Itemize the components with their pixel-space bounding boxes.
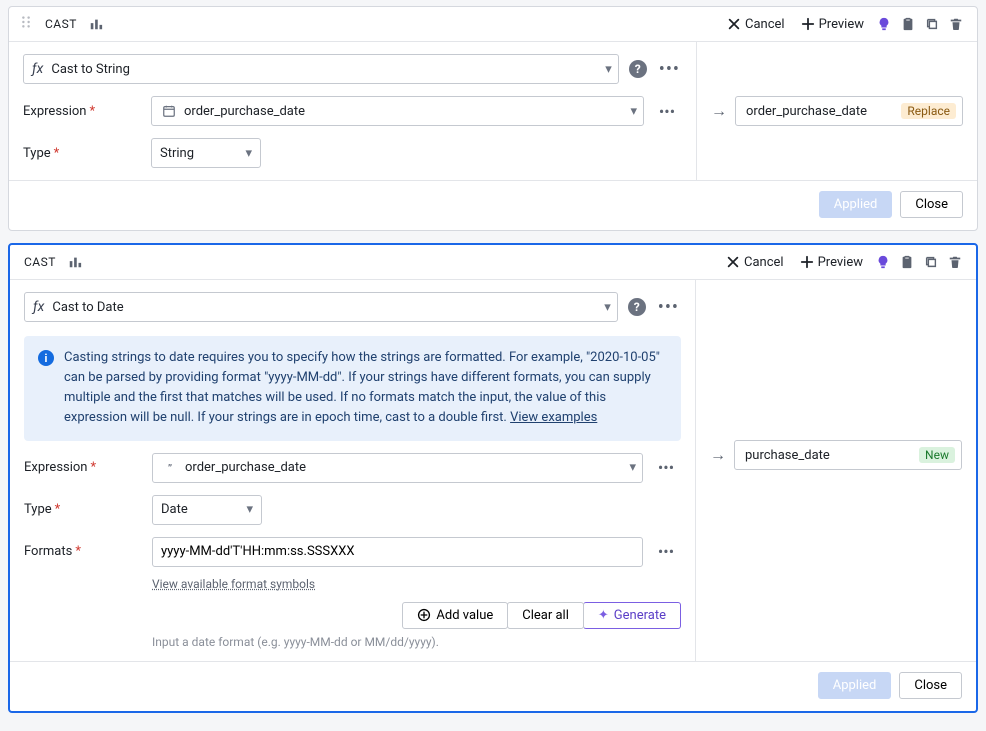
- cancel-label: Cancel: [744, 255, 784, 270]
- more-icon[interactable]: •••: [657, 59, 682, 80]
- result-column-input[interactable]: purchase_date New: [734, 440, 962, 470]
- applied-button: Applied: [818, 672, 892, 699]
- column-chart-icon[interactable]: [64, 251, 86, 273]
- expression-value: order_purchase_date: [184, 104, 630, 119]
- replace-badge: Replace: [901, 103, 956, 119]
- cancel-button[interactable]: Cancel: [720, 14, 792, 35]
- result-column-value: purchase_date: [745, 448, 830, 463]
- applied-button: Applied: [819, 191, 893, 218]
- arrow-right-icon: →: [710, 445, 726, 465]
- preview-button[interactable]: Preview: [793, 252, 870, 273]
- type-label: Type*: [24, 502, 144, 517]
- type-select[interactable]: Date ▾: [152, 495, 262, 525]
- card-body: ƒx Cast to Date ▾ ? ••• i Casting string…: [10, 280, 976, 661]
- close-icon: [726, 255, 740, 269]
- cast-card-1: CAST Cancel Preview: [8, 6, 978, 231]
- function-selector[interactable]: ƒx Cast to Date ▾: [24, 292, 618, 322]
- help-icon[interactable]: ?: [629, 60, 647, 78]
- close-button[interactable]: Close: [899, 672, 962, 699]
- clipboard-icon[interactable]: [897, 13, 919, 35]
- close-icon: [727, 17, 741, 31]
- chevron-down-icon: ▾: [604, 300, 611, 315]
- arrow-right-icon: →: [711, 101, 727, 121]
- chevron-down-icon: ▾: [630, 104, 637, 119]
- duplicate-icon[interactable]: [920, 251, 942, 273]
- expression-input[interactable]: ” order_purchase_date ▾: [152, 453, 643, 483]
- chevron-down-icon: ▾: [227, 146, 252, 161]
- view-examples-link[interactable]: View examples: [510, 410, 597, 425]
- card-body: ƒx Cast to String ▾ ? ••• Expression* or…: [9, 42, 977, 180]
- card-footer: Applied Close: [10, 661, 976, 711]
- function-name: Cast to Date: [52, 300, 604, 315]
- more-icon[interactable]: •••: [656, 297, 681, 318]
- info-panel: i Casting strings to date requires you t…: [24, 336, 681, 441]
- card-footer: Applied Close: [9, 180, 977, 230]
- drag-handle-icon[interactable]: [15, 13, 37, 35]
- plus-circle-icon: [417, 608, 431, 622]
- plus-icon: [801, 17, 815, 31]
- function-selector[interactable]: ƒx Cast to String ▾: [23, 54, 619, 84]
- formats-input[interactable]: [152, 537, 643, 567]
- expression-input[interactable]: order_purchase_date ▾: [151, 96, 644, 126]
- expression-label: Expression*: [23, 104, 143, 119]
- lightbulb-icon[interactable]: [873, 13, 895, 35]
- plus-icon: [800, 255, 814, 269]
- type-select[interactable]: String ▾: [151, 138, 261, 168]
- card-header: CAST Cancel Preview: [9, 7, 977, 42]
- card-header: CAST Cancel Preview: [10, 245, 976, 280]
- close-button[interactable]: Close: [900, 191, 963, 218]
- type-value: String: [160, 146, 194, 161]
- type-label: Type*: [23, 146, 143, 161]
- duplicate-icon[interactable]: [921, 13, 943, 35]
- column-chart-icon[interactable]: [85, 13, 107, 35]
- info-icon: i: [38, 350, 54, 366]
- cancel-label: Cancel: [745, 17, 785, 32]
- cancel-button[interactable]: Cancel: [719, 252, 791, 273]
- preview-button[interactable]: Preview: [794, 14, 871, 35]
- expression-value: order_purchase_date: [185, 460, 629, 475]
- view-format-symbols-link[interactable]: View available format symbols: [152, 577, 315, 591]
- expression-label: Expression*: [24, 460, 144, 475]
- new-badge: New: [919, 447, 955, 463]
- cast-card-2: CAST Cancel Preview: [8, 243, 978, 713]
- clear-all-button[interactable]: Clear all: [507, 602, 584, 629]
- function-name: Cast to String: [51, 62, 605, 77]
- formats-label: Formats*: [24, 544, 144, 559]
- help-icon[interactable]: ?: [628, 298, 646, 316]
- card-title: CAST: [45, 17, 77, 31]
- lightbulb-icon[interactable]: [872, 251, 894, 273]
- type-value: Date: [161, 502, 188, 517]
- expression-more-icon[interactable]: •••: [651, 458, 681, 477]
- generate-button[interactable]: ✦ Generate: [583, 602, 681, 629]
- formats-more-icon[interactable]: •••: [651, 542, 681, 561]
- string-type-icon: ”: [161, 459, 179, 477]
- result-column-value: order_purchase_date: [746, 104, 867, 119]
- fx-icon: ƒx: [32, 61, 43, 77]
- svg-text:”: ”: [168, 461, 172, 474]
- fx-icon: ƒx: [33, 299, 44, 315]
- chevron-down-icon: ▾: [605, 62, 612, 77]
- preview-label: Preview: [819, 17, 864, 32]
- trash-icon[interactable]: [944, 251, 966, 273]
- clipboard-icon[interactable]: [896, 251, 918, 273]
- add-value-button[interactable]: Add value: [402, 602, 508, 629]
- sparkle-icon: ✦: [598, 608, 609, 623]
- card-title: CAST: [24, 255, 56, 269]
- chevron-down-icon: ▾: [629, 460, 636, 475]
- chevron-down-icon: ▾: [228, 502, 253, 517]
- trash-icon[interactable]: [945, 13, 967, 35]
- expression-more-icon[interactable]: •••: [652, 102, 682, 121]
- calendar-icon: [160, 102, 178, 120]
- result-column-input[interactable]: order_purchase_date Replace: [735, 96, 963, 126]
- preview-label: Preview: [818, 255, 863, 270]
